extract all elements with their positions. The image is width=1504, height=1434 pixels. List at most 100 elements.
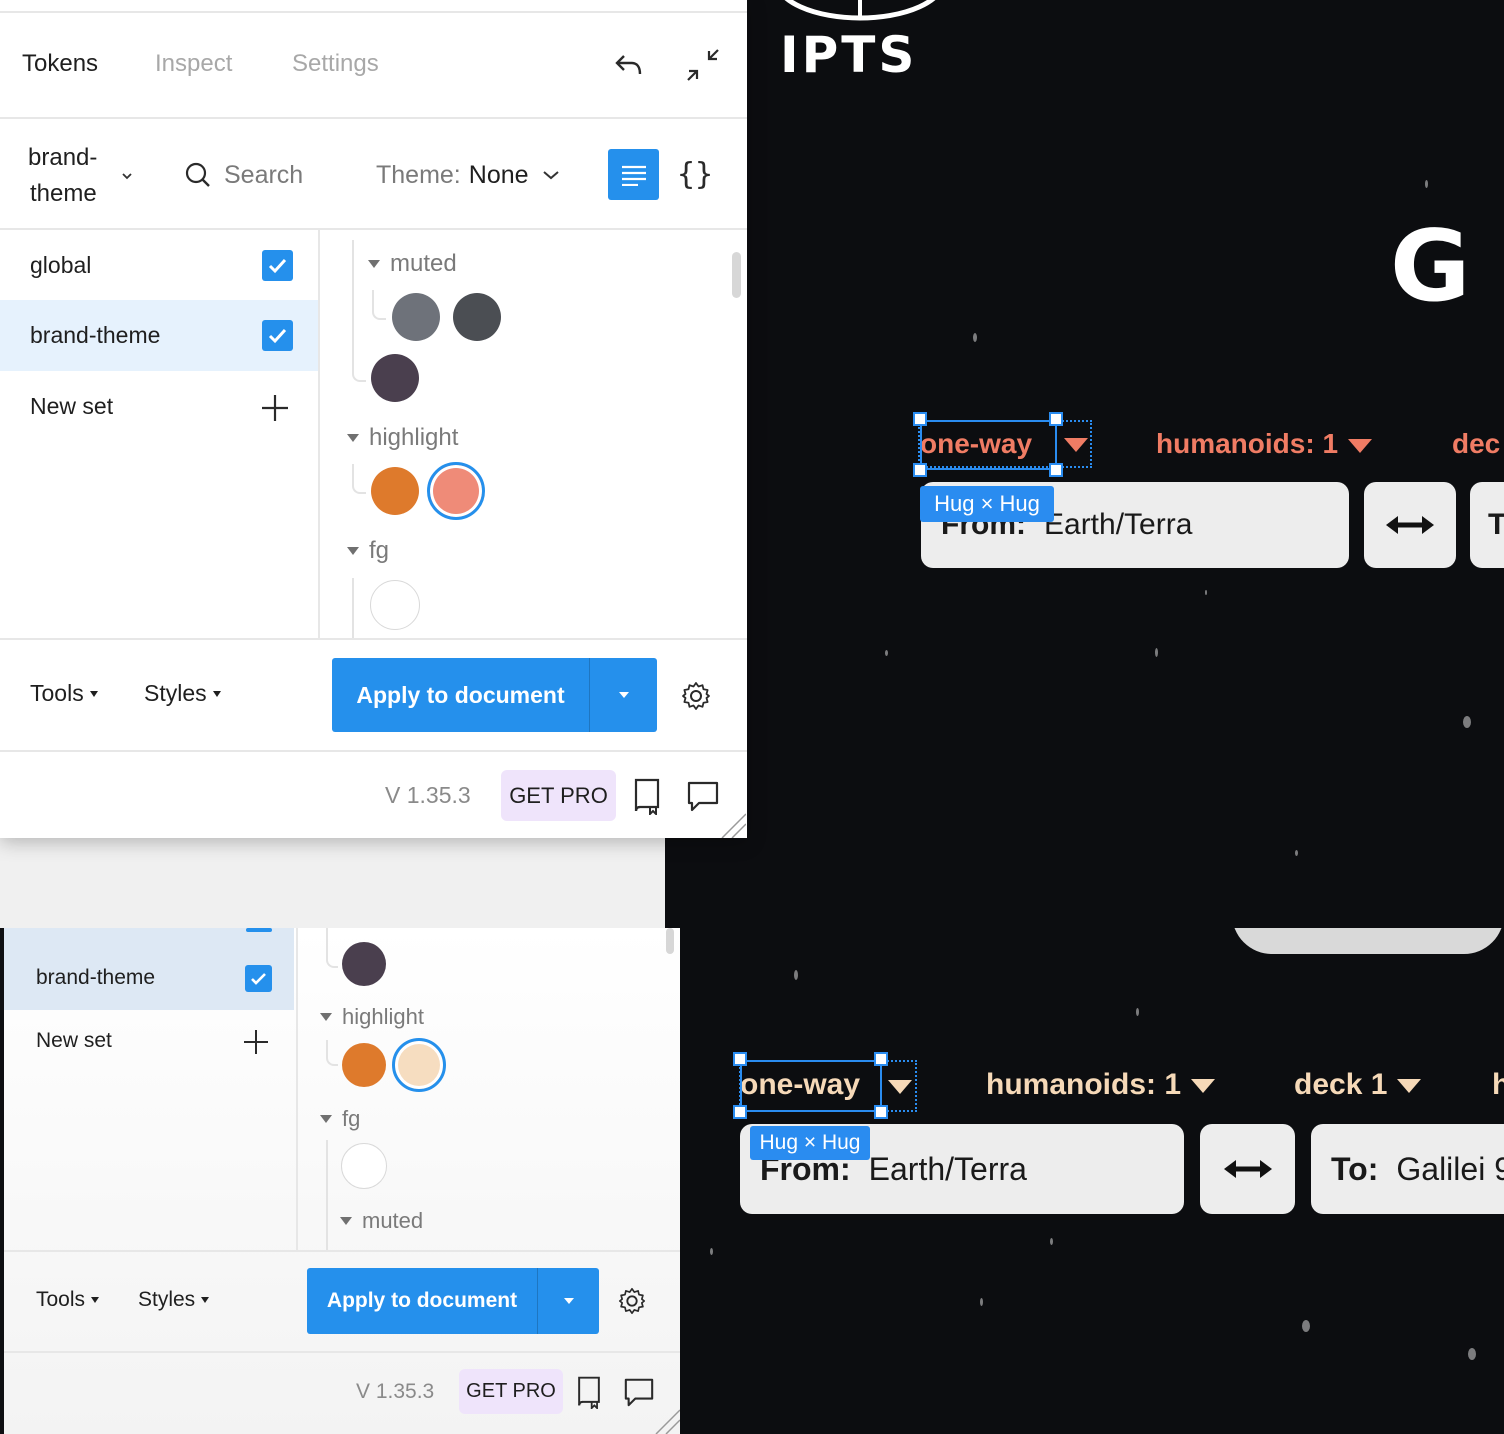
hug-size-badge: Hug × Hug	[750, 1126, 870, 1160]
resize-handle[interactable]	[913, 412, 927, 426]
settings-button[interactable]	[616, 1285, 648, 1317]
color-swatch-highlight-1[interactable]	[342, 1043, 386, 1087]
resize-handle[interactable]	[733, 1105, 747, 1119]
color-swatch-muted-1[interactable]	[392, 293, 440, 341]
check-icon	[268, 258, 287, 274]
star	[1295, 850, 1298, 856]
deck-select[interactable]: deck 1	[1294, 1068, 1422, 1102]
resize-handle[interactable]	[874, 1105, 888, 1119]
new-set-label[interactable]: New set	[36, 1029, 112, 1053]
star	[1205, 590, 1207, 595]
global-checkbox[interactable]	[262, 250, 293, 281]
scrollbar[interactable]	[732, 252, 741, 298]
get-pro-button[interactable]: GET PRO	[501, 770, 616, 821]
caret-down-icon	[320, 1013, 332, 1021]
partial-option[interactable]: h	[1492, 1068, 1504, 1102]
feedback-button[interactable]	[684, 776, 722, 816]
global-checkbox-partial[interactable]	[246, 928, 272, 932]
color-swatch-muted-3[interactable]	[371, 354, 419, 402]
json-view-button[interactable]: {}	[672, 149, 718, 200]
resize-handle[interactable]	[1049, 412, 1063, 426]
version-label: V 1.35.3	[356, 1380, 435, 1403]
search-field[interactable]: Search	[184, 158, 303, 192]
star	[1468, 1348, 1476, 1360]
tab-inspect[interactable]: Inspect	[155, 50, 232, 78]
divider	[0, 228, 747, 230]
divider	[4, 1351, 680, 1353]
caret-down-icon	[1191, 1079, 1216, 1094]
color-swatch-muted-3[interactable]	[342, 942, 386, 986]
deck-select[interactable]: dec	[1452, 428, 1500, 460]
swap-arrows-icon	[1223, 1160, 1272, 1178]
settings-button[interactable]	[678, 678, 714, 714]
star	[794, 970, 798, 980]
to-input[interactable]: To: Galilei 9	[1311, 1124, 1504, 1214]
docs-button[interactable]	[630, 776, 664, 816]
get-pro-button[interactable]: GET PRO	[459, 1369, 563, 1414]
apply-options-button[interactable]	[537, 1268, 599, 1334]
apply-to-document-button[interactable]: Apply to document	[307, 1268, 537, 1334]
theme-select[interactable]: Theme: None	[376, 158, 561, 192]
caret-down-icon	[618, 692, 629, 698]
page-heading-partial	[1232, 928, 1504, 956]
color-swatch-highlight-1[interactable]	[371, 467, 419, 515]
swap-direction-button[interactable]	[1364, 482, 1456, 568]
list-view-button[interactable]	[608, 149, 659, 200]
color-swatch-fg-1[interactable]	[341, 1143, 387, 1189]
resize-handle[interactable]	[874, 1052, 888, 1066]
add-set-button[interactable]	[242, 1028, 270, 1056]
brand-theme-checkbox[interactable]	[262, 320, 293, 351]
divider	[0, 638, 747, 640]
docs-button[interactable]	[574, 1374, 604, 1410]
color-swatch-muted-2[interactable]	[453, 293, 501, 341]
feedback-button[interactable]	[622, 1374, 656, 1410]
group-highlight[interactable]: highlight	[320, 1004, 424, 1030]
selection-box	[740, 1060, 882, 1112]
humanoids-select[interactable]: humanoids: 1	[1156, 428, 1373, 460]
group-muted[interactable]: muted	[368, 250, 457, 278]
scrollbar[interactable]	[666, 928, 674, 954]
apply-options-button[interactable]	[589, 658, 657, 732]
resize-handle[interactable]	[1049, 463, 1063, 477]
check-icon	[268, 328, 287, 344]
undo-button[interactable]	[608, 46, 650, 84]
styles-menu[interactable]: Styles	[144, 680, 221, 707]
humanoids-select[interactable]: humanoids: 1	[986, 1068, 1216, 1102]
star	[710, 1248, 713, 1255]
tools-menu[interactable]: Tools	[30, 680, 98, 707]
swap-direction-button[interactable]	[1200, 1124, 1295, 1214]
tree-line	[326, 928, 338, 968]
new-set-label[interactable]: New set	[30, 393, 113, 420]
set-item-brand-theme[interactable]: brand-theme	[30, 322, 160, 349]
group-fg[interactable]: fg	[347, 537, 389, 565]
group-muted[interactable]: muted	[340, 1208, 423, 1234]
version-label: V 1.35.3	[385, 782, 471, 808]
window-background	[0, 838, 665, 928]
tools-menu[interactable]: Tools	[36, 1288, 100, 1312]
set-item-global[interactable]: global	[30, 252, 91, 279]
undo-icon	[615, 55, 642, 75]
group-highlight[interactable]: highlight	[347, 424, 458, 452]
group-fg[interactable]: fg	[320, 1106, 360, 1132]
color-swatch-fg-1[interactable]	[370, 580, 420, 630]
apply-to-document-button[interactable]: Apply to document	[332, 658, 589, 732]
star	[885, 650, 888, 656]
resize-grip-icon[interactable]	[654, 1408, 680, 1434]
styles-menu[interactable]: Styles	[138, 1288, 210, 1312]
resize-grip-icon[interactable]	[718, 810, 747, 838]
list-view-icon	[621, 165, 646, 186]
color-swatch-highlight-2[interactable]	[427, 462, 485, 520]
set-item-brand-theme[interactable]: brand-theme	[36, 966, 155, 990]
tab-settings[interactable]: Settings	[292, 50, 379, 78]
to-input[interactable]: T	[1470, 482, 1504, 568]
resize-handle[interactable]	[913, 463, 927, 477]
brand-theme-checkbox[interactable]	[245, 965, 272, 992]
color-swatch-highlight-2[interactable]	[392, 1038, 446, 1092]
tab-tokens[interactable]: Tokens	[22, 50, 98, 78]
resize-handle[interactable]	[733, 1052, 747, 1066]
search-icon	[185, 162, 210, 187]
minimize-button[interactable]	[682, 44, 724, 86]
caret-down-icon	[347, 547, 359, 555]
add-set-button[interactable]	[258, 391, 292, 425]
divider	[318, 230, 320, 638]
